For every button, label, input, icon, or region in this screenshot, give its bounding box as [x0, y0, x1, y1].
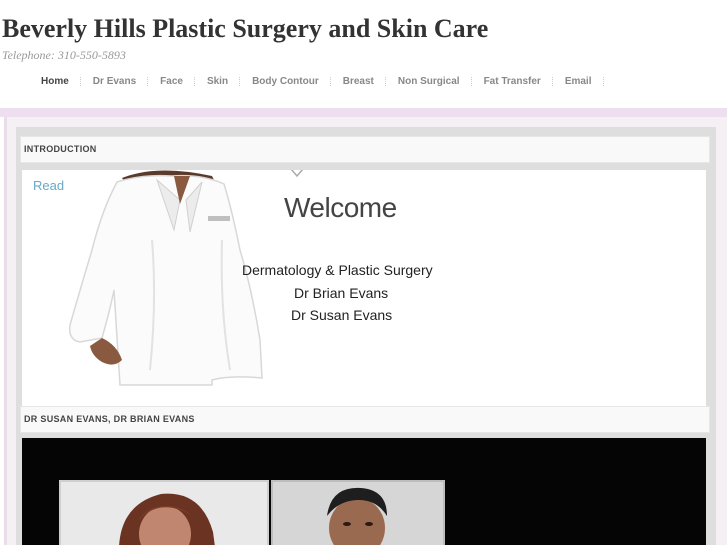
nav-item-body-contour[interactable]: Body Contour — [241, 76, 330, 87]
nav-item-dr-evans[interactable]: Dr Evans — [82, 76, 147, 87]
doctor-photo-brian[interactable] — [271, 480, 445, 545]
nav-item-fat-transfer[interactable]: Fat Transfer — [473, 76, 552, 87]
header-divider-band — [0, 108, 727, 117]
welcome-heading: Welcome — [284, 192, 397, 223]
nav-separator — [602, 77, 605, 86]
chevron-down-icon — [290, 170, 304, 178]
doctor-figure-image — [68, 170, 263, 386]
doctors-photo-panel — [22, 438, 706, 545]
read-more-link[interactable]: Read — [33, 178, 64, 193]
welcome-line-doctor-1: Dr Brian Evans — [294, 285, 389, 301]
main-nav: Home Dr Evans Face Skin Body Contour Bre… — [30, 76, 605, 87]
nav-item-breast[interactable]: Breast — [332, 76, 385, 87]
welcome-line-specialty: Dermatology & Plastic Surgery — [242, 262, 433, 278]
nav-item-skin[interactable]: Skin — [196, 76, 239, 87]
nav-item-home[interactable]: Home — [30, 76, 80, 87]
doctor-photo-susan[interactable] — [59, 480, 269, 545]
site-title[interactable]: Beverly Hills Plastic Surgery and Skin C… — [2, 14, 488, 44]
nav-item-non-surgical[interactable]: Non Surgical — [387, 76, 471, 87]
man-portrait-image — [327, 487, 387, 545]
intro-banner: Read Welcome Dermatology & Plastic Surge… — [22, 170, 706, 406]
nav-item-email[interactable]: Email — [554, 76, 603, 87]
intro-section-heading: INTRODUCTION — [20, 136, 710, 163]
doctors-section-heading: DR SUSAN EVANS, DR BRIAN EVANS — [20, 406, 710, 433]
nav-item-face[interactable]: Face — [149, 76, 194, 87]
site-phone: Telephone: 310-550-5893 — [2, 48, 126, 62]
woman-portrait-image — [119, 493, 215, 545]
welcome-line-doctor-2: Dr Susan Evans — [291, 307, 393, 323]
